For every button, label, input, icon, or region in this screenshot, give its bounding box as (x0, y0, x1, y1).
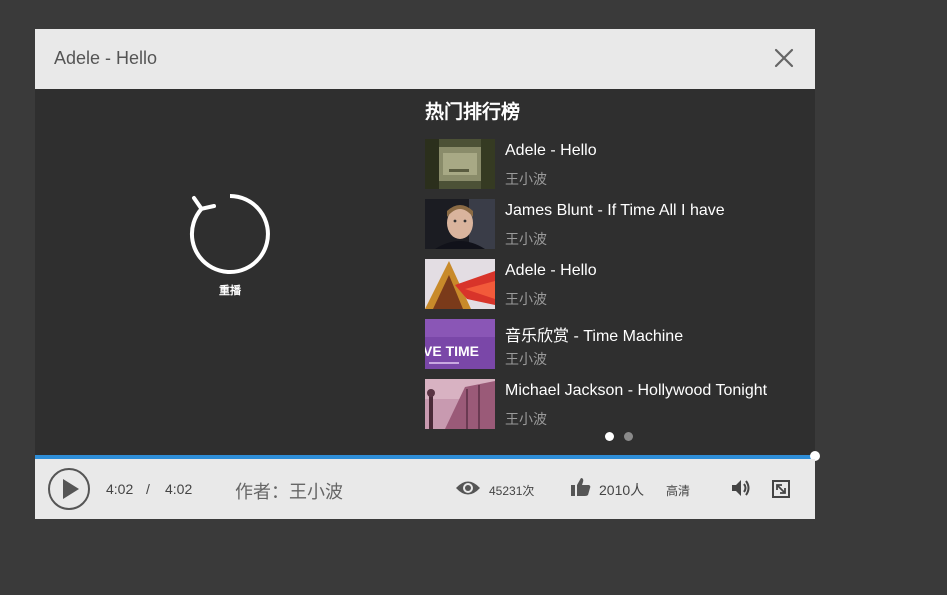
fullscreen-button[interactable] (772, 480, 790, 503)
play-button[interactable] (47, 467, 91, 516)
video-player: Adele - Hello 重播 热门排行榜 Adele - Hello 王小波… (35, 29, 820, 519)
ranking-item-author: 王小波 (505, 171, 547, 187)
current-time: 4:02 (106, 481, 134, 497)
volume-button[interactable] (731, 479, 751, 502)
thumbnail (425, 259, 495, 309)
total-time: 4:02 (165, 481, 193, 497)
close-button[interactable] (773, 47, 795, 69)
volume-icon (732, 480, 750, 496)
pagination-dot-1[interactable] (605, 432, 614, 441)
title-bar: Adele - Hello (35, 29, 815, 89)
ranking-item-title: Adele - Hello (505, 262, 597, 279)
thumbnail (425, 139, 495, 189)
ranking-item[interactable]: VE TIME 音乐欣赏 - Time Machine 王小波 (425, 319, 805, 369)
ranking-item[interactable]: Michael Jackson - Hollywood Tonight 王小波 (425, 379, 805, 429)
video-area: 重播 热门排行榜 Adele - Hello 王小波 James Blunt -… (35, 89, 815, 455)
ranking-item-author: 王小波 (505, 411, 547, 427)
thumbnail (425, 199, 495, 249)
replay-button[interactable]: 重播 (188, 192, 272, 297)
view-count: 45231次 (489, 484, 535, 498)
thumbnail: VE TIME (425, 319, 495, 369)
control-bar: 4:02 / 4:02 作者：王小波 45231次 2010人 高清 (35, 459, 815, 519)
views-icon-wrap (455, 479, 481, 502)
ranking-item-title: Michael Jackson - Hollywood Tonight (505, 382, 768, 399)
ranking-item-author: 王小波 (505, 231, 547, 247)
ranking-item[interactable]: Adele - Hello 王小波 (425, 259, 805, 309)
ranking-item[interactable]: Adele - Hello 王小波 (425, 139, 805, 189)
like-count: 2010人 (599, 482, 645, 498)
close-icon (774, 48, 794, 68)
replay-icon (190, 194, 270, 274)
time-separator: / (146, 481, 150, 497)
author-label: 作者：王小波 (235, 482, 343, 502)
ranking-item-author: 王小波 (505, 291, 547, 307)
fullscreen-icon (772, 480, 790, 498)
ranking-item-title: 音乐欣赏 - Time Machine (505, 328, 684, 345)
quality-button[interactable]: 高清 (666, 482, 690, 499)
play-icon (48, 468, 90, 510)
ranking-item-title: James Blunt - If Time All I have (505, 202, 725, 219)
replay-label: 重播 (219, 285, 241, 297)
thumbs-up-icon (571, 478, 591, 496)
pagination-dot-2[interactable] (624, 432, 633, 441)
video-title: Adele - Hello (54, 48, 158, 68)
ranking-item[interactable]: James Blunt - If Time All I have 王小波 (425, 199, 805, 249)
thumbnail-text: VE TIME (425, 343, 479, 359)
eye-icon (456, 481, 480, 495)
ranking-item-title: Adele - Hello (505, 142, 597, 159)
ranking-title: 热门排行榜 (425, 102, 521, 123)
thumbnail (425, 379, 495, 429)
ranking-item-author: 王小波 (505, 351, 547, 367)
like-button[interactable] (571, 477, 591, 502)
